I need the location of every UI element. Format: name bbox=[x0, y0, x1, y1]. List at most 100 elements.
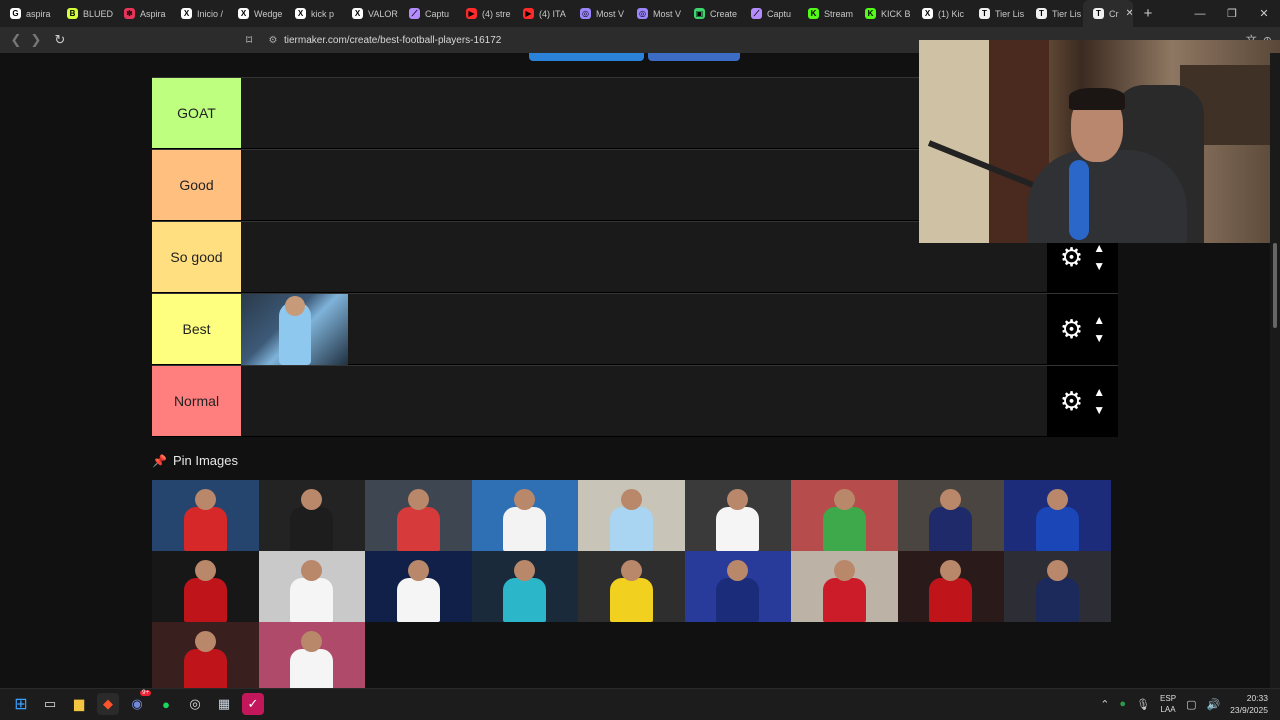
browser-tab[interactable]: X Wedge bbox=[228, 0, 285, 27]
tab-label: (1) Kic bbox=[938, 8, 965, 19]
tier-settings-icon[interactable]: ⚙ bbox=[1060, 314, 1083, 345]
tray-chevron-icon[interactable]: ⌃ bbox=[1100, 698, 1109, 711]
browser-tab[interactable]: ▣ Create bbox=[684, 0, 741, 27]
browser-tab[interactable]: X VALOR bbox=[342, 0, 399, 27]
new-tab-button[interactable]: + bbox=[1133, 5, 1163, 22]
player-image[interactable] bbox=[578, 551, 685, 622]
player-kit bbox=[609, 577, 653, 622]
spotify-icon[interactable]: ● bbox=[155, 693, 177, 715]
clock[interactable]: 20:33 23/9/2025 bbox=[1230, 692, 1268, 716]
url-field[interactable]: ⌑ ⚙ tiermaker.com/create/best-football-p… bbox=[246, 30, 926, 50]
player-kit bbox=[183, 577, 227, 622]
site-settings-icon[interactable]: ⚙ bbox=[262, 35, 284, 46]
browser-tab[interactable]: ✽ Aspira bbox=[114, 0, 171, 27]
player-image[interactable] bbox=[1004, 551, 1111, 622]
browser-tab[interactable]: T Cr ✕ bbox=[1083, 0, 1133, 27]
browser-tab[interactable]: ◎ Most V bbox=[570, 0, 627, 27]
language-indicator[interactable]: ESP LAA bbox=[1160, 693, 1176, 715]
close-window-icon[interactable]: ✕ bbox=[1248, 0, 1280, 27]
move-down-icon[interactable]: ▼ bbox=[1093, 257, 1105, 275]
bookmark-icon[interactable]: ⌑ bbox=[246, 33, 262, 47]
scroll-thumb[interactable] bbox=[1273, 243, 1277, 328]
browser-tab[interactable]: ⟋ Captu bbox=[399, 0, 456, 27]
browser-tab[interactable]: K Stream bbox=[798, 0, 855, 27]
player-image[interactable] bbox=[791, 551, 898, 622]
player-image[interactable] bbox=[578, 480, 685, 551]
tab-favicon-icon: ✽ bbox=[124, 8, 135, 19]
network-icon[interactable]: ▢ bbox=[1186, 698, 1196, 711]
player-image[interactable] bbox=[365, 480, 472, 551]
forward-button[interactable]: ❯ bbox=[26, 27, 46, 53]
streamer-body bbox=[1027, 150, 1187, 243]
close-tab-icon[interactable]: ✕ bbox=[1126, 8, 1133, 19]
player-head bbox=[940, 488, 962, 510]
volume-icon[interactable]: 🔊 bbox=[1206, 698, 1220, 711]
tier-drop-zone[interactable] bbox=[241, 366, 1047, 436]
tier-label[interactable]: So good bbox=[152, 222, 241, 292]
back-button[interactable]: ❮ bbox=[6, 27, 26, 53]
browser-tab[interactable]: ▶ (4) stre bbox=[456, 0, 513, 27]
tier-label[interactable]: GOAT bbox=[152, 78, 241, 148]
obs-icon[interactable]: ◎ bbox=[184, 693, 206, 715]
move-up-icon[interactable]: ▲ bbox=[1093, 383, 1105, 401]
tab-label: Wedge bbox=[254, 8, 283, 19]
start-icon[interactable]: ⊞ bbox=[10, 693, 32, 715]
player-image[interactable] bbox=[897, 480, 1004, 551]
tier-label[interactable]: Good bbox=[152, 150, 241, 220]
calculator-icon[interactable]: ▦ bbox=[213, 693, 235, 715]
player-image[interactable] bbox=[471, 551, 578, 622]
move-up-icon[interactable]: ▲ bbox=[1093, 311, 1105, 329]
browser-tab[interactable]: T Tier Lis bbox=[1026, 0, 1083, 27]
browser-tab[interactable]: Xkick p bbox=[285, 0, 342, 27]
top-button-primary[interactable] bbox=[529, 53, 644, 61]
browser-tab[interactable]: ▶ (4) ITA bbox=[513, 0, 570, 27]
brave-browser-icon[interactable]: ◆ bbox=[97, 693, 119, 715]
player-image[interactable] bbox=[152, 551, 259, 622]
browser-tab[interactable]: X Inicio / bbox=[171, 0, 228, 27]
player-image[interactable] bbox=[258, 551, 365, 622]
browser-tab[interactable]: Gaspira bbox=[0, 0, 57, 27]
tier-settings-icon[interactable]: ⚙ bbox=[1060, 386, 1083, 417]
browser-tab[interactable]: B BLUED bbox=[57, 0, 114, 27]
app-icon[interactable]: ✓ bbox=[242, 693, 264, 715]
player-image[interactable] bbox=[152, 480, 259, 551]
browser-tab[interactable]: T Tier Lis bbox=[969, 0, 1026, 27]
minimize-icon[interactable]: — bbox=[1184, 0, 1216, 27]
move-down-icon[interactable]: ▼ bbox=[1093, 401, 1105, 419]
player-head bbox=[514, 488, 536, 510]
tier-move-arrows: ▲ ▼ bbox=[1093, 383, 1105, 419]
player-image[interactable] bbox=[258, 622, 365, 688]
reload-button[interactable]: ↻ bbox=[50, 27, 70, 53]
player-image[interactable] bbox=[791, 480, 898, 551]
tier-label[interactable]: Best bbox=[152, 294, 241, 364]
maximize-icon[interactable]: ❐ bbox=[1216, 0, 1248, 27]
tier-move-arrows: ▲ ▼ bbox=[1093, 239, 1105, 275]
player-image[interactable] bbox=[684, 480, 791, 551]
browser-tab[interactable]: ⟋ Captu bbox=[741, 0, 798, 27]
player-image[interactable] bbox=[241, 294, 348, 365]
top-button-secondary[interactable] bbox=[648, 53, 740, 61]
player-image[interactable] bbox=[365, 551, 472, 622]
tier-settings-icon[interactable]: ⚙ bbox=[1060, 242, 1083, 273]
tray-app-icon[interactable]: ● bbox=[1119, 698, 1126, 710]
player-image[interactable] bbox=[471, 480, 578, 551]
move-down-icon[interactable]: ▼ bbox=[1093, 329, 1105, 347]
player-image[interactable] bbox=[1004, 480, 1111, 551]
tab-label: Inicio / bbox=[197, 8, 224, 19]
browser-tab[interactable]: X (1) Kic bbox=[912, 0, 969, 27]
file-explorer-icon[interactable]: ▆ bbox=[68, 693, 90, 715]
player-image[interactable] bbox=[152, 622, 259, 688]
task-view-icon[interactable]: ▭ bbox=[39, 693, 61, 715]
tab-favicon-icon: K bbox=[865, 8, 876, 19]
player-image[interactable] bbox=[897, 551, 1004, 622]
microphone-icon[interactable]: 🎙 bbox=[1136, 698, 1150, 711]
page-scrollbar[interactable] bbox=[1270, 53, 1280, 688]
clock-date: 23/9/2025 bbox=[1230, 705, 1268, 715]
tier-drop-zone[interactable] bbox=[241, 294, 1047, 365]
tier-label[interactable]: Normal bbox=[152, 366, 241, 436]
player-image[interactable] bbox=[258, 480, 365, 551]
browser-tab[interactable]: K KICK B bbox=[855, 0, 912, 27]
browser-tab[interactable]: ◎ Most V bbox=[627, 0, 684, 27]
player-image[interactable] bbox=[684, 551, 791, 622]
discord-icon[interactable]: ◉ 9+ bbox=[126, 690, 151, 715]
